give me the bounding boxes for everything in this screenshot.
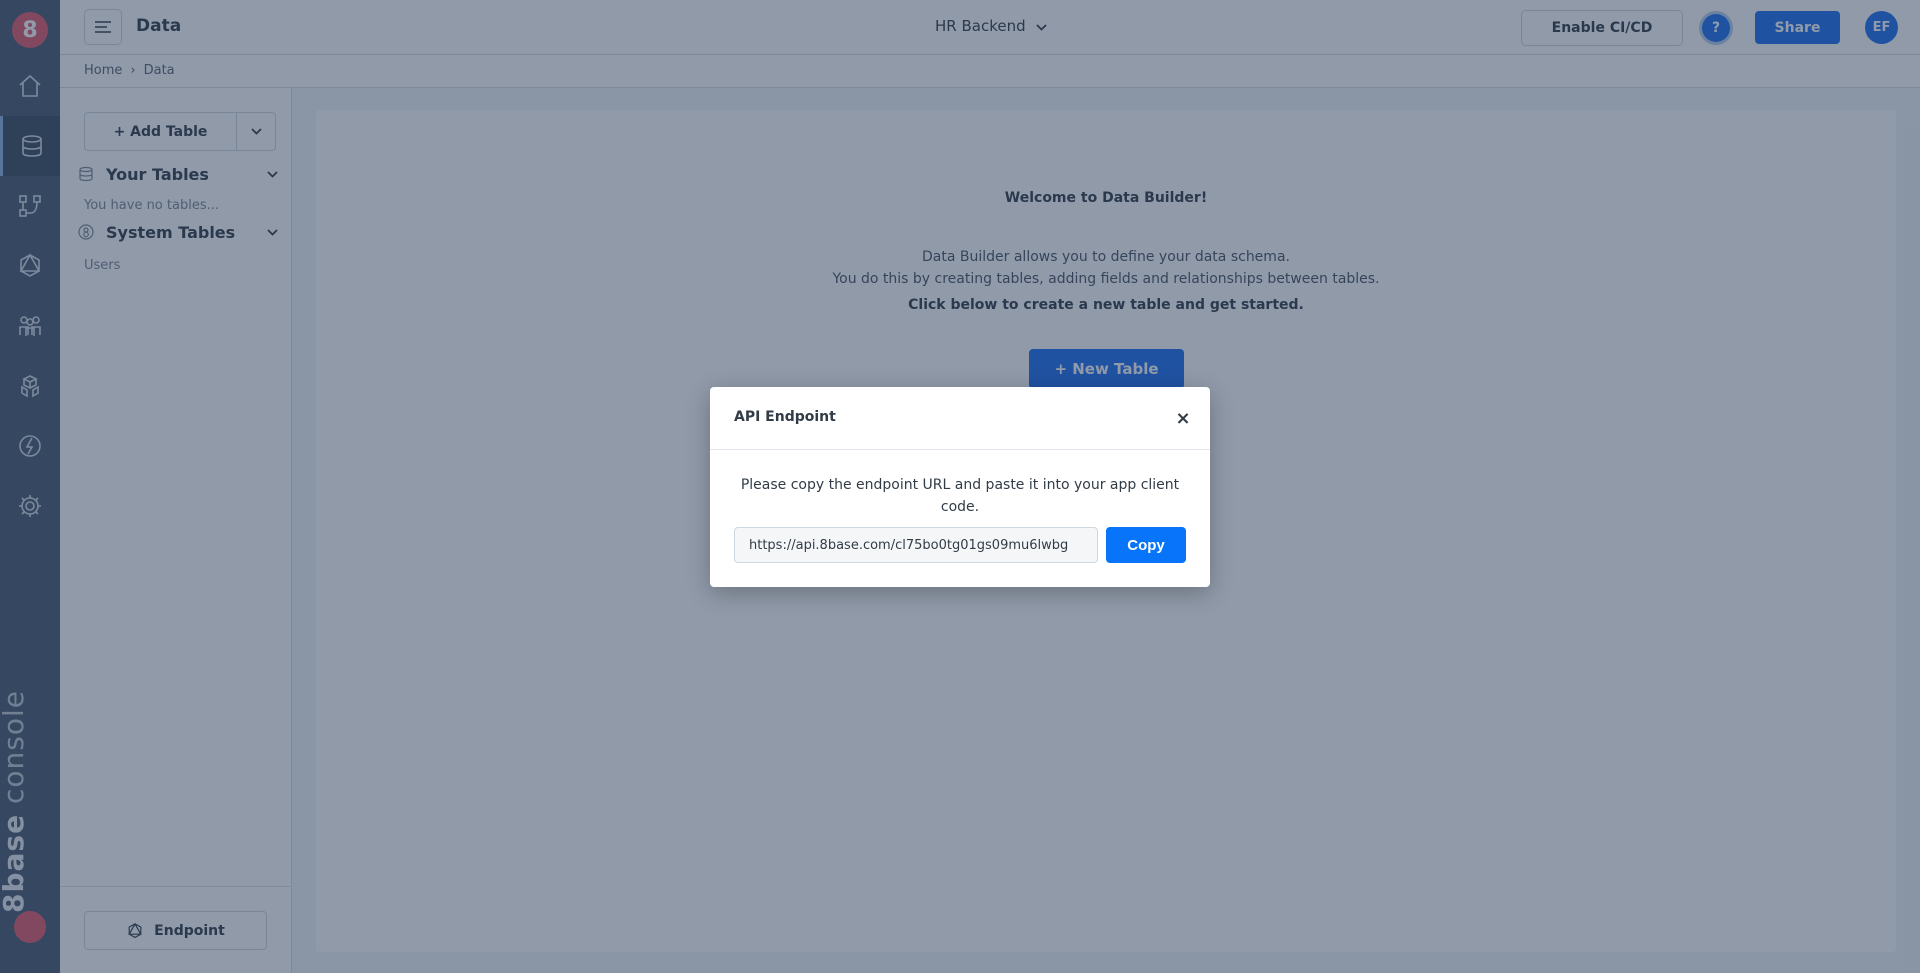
close-icon[interactable]: × (1174, 408, 1192, 429)
endpoint-url-field[interactable] (734, 527, 1098, 563)
dialog-title: API Endpoint (734, 409, 836, 425)
dialog-header: API Endpoint × (710, 387, 1210, 450)
api-endpoint-dialog: API Endpoint × Please copy the endpoint … (710, 387, 1210, 587)
copy-button[interactable]: Copy (1106, 527, 1186, 563)
dialog-message: Please copy the endpoint URL and paste i… (740, 477, 1180, 515)
